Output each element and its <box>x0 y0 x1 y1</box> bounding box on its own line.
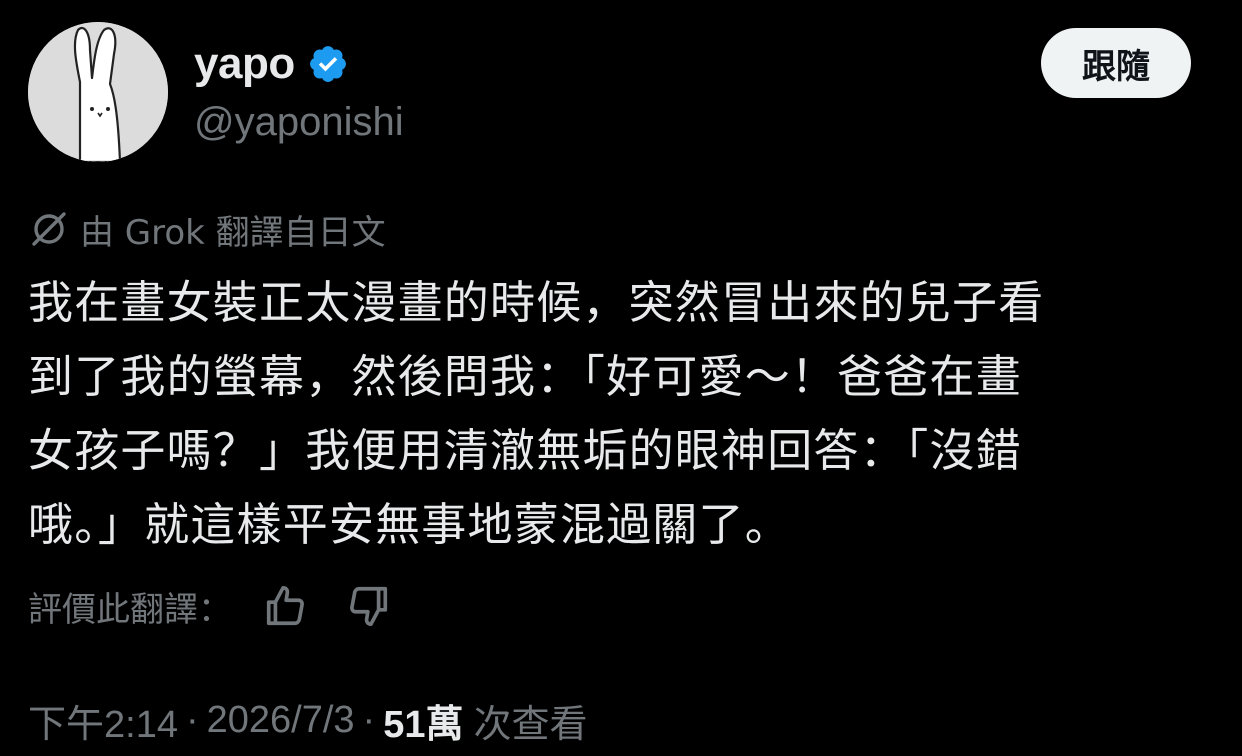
author-handle[interactable]: @yaponishi <box>194 100 404 145</box>
tweet-meta: 下午2:14 · 2026/7/3 · 51萬 次查看 <box>28 692 588 748</box>
verified-badge-icon <box>309 46 346 82</box>
tweet-text-line: 到了我的螢幕，然後問我：「好可愛～！爸爸在畫 <box>28 350 1022 403</box>
view-count-label: 次查看 <box>473 703 588 746</box>
translation-note[interactable]: 由 Grok 翻譯自日文 <box>28 204 386 254</box>
tweet-time[interactable]: 下午2:14 <box>28 693 178 748</box>
tweet-text-line: 我在畫女裝正太漫畫的時候，突然冒出來的兒子看 <box>28 276 1045 329</box>
tweet-text: 我在畫女裝正太漫畫的時候，突然冒出來的兒子看 到了我的螢幕，然後問我：「好可愛～… <box>28 266 1218 562</box>
meta-separator: · <box>362 698 376 741</box>
rate-translation-label: 評價此翻譯： <box>28 589 232 630</box>
meta-separator: · <box>185 698 199 741</box>
translation-note-text: 由 Grok 翻譯自日文 <box>80 212 386 253</box>
tweet-text-line: 哦。」就這樣平安無事地蒙混過關了。 <box>28 498 791 551</box>
avatar[interactable] <box>28 22 168 162</box>
grok-icon <box>32 212 66 246</box>
thumbs-down-icon[interactable] <box>346 583 392 629</box>
author-display-name[interactable]: yapo <box>194 39 295 89</box>
author-name-row[interactable]: yapo <box>194 36 349 92</box>
thumbs-up-icon[interactable] <box>262 583 308 629</box>
follow-button[interactable]: 跟隨 <box>1041 28 1191 98</box>
tweet-date[interactable]: 2026/7/3 <box>207 699 355 742</box>
view-count[interactable]: 51萬 <box>383 693 463 748</box>
tweet-text-line: 女孩子嗎？」我便用清澈無垢的眼神回答：「沒錯 <box>28 424 1022 477</box>
rate-translation-row: 評價此翻譯： <box>28 576 430 636</box>
rabbit-avatar-icon <box>28 22 168 162</box>
